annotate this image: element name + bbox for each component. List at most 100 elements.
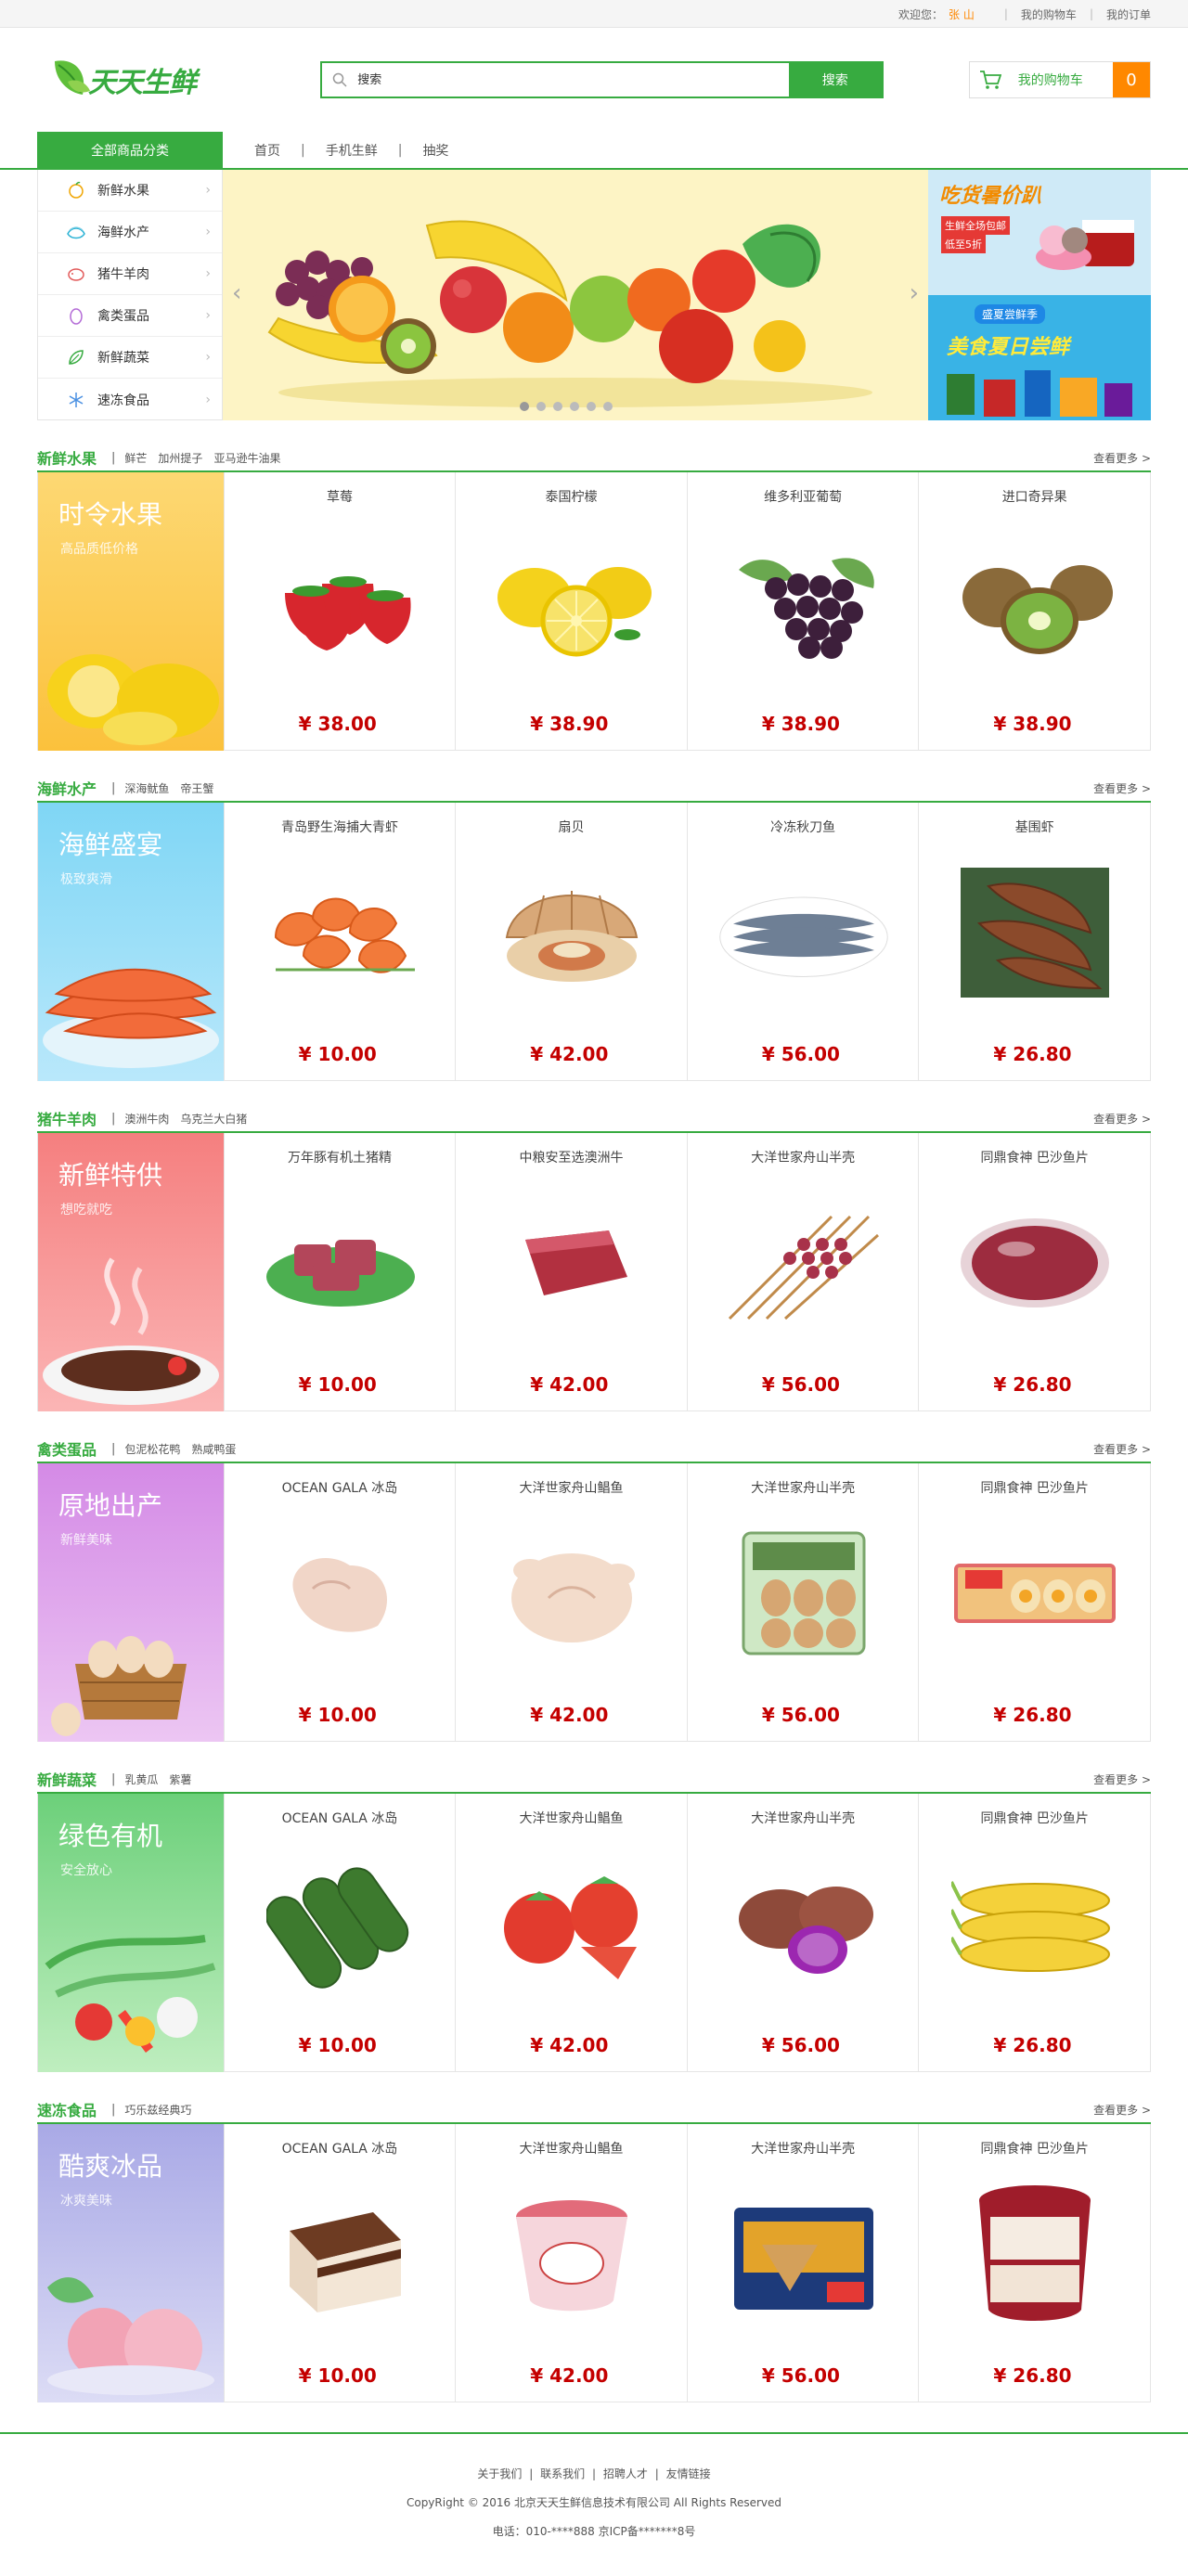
sidebar-item-vegetable[interactable]: 新鲜蔬菜 › [38, 337, 222, 379]
product-name[interactable]: 大洋世家舟山鲳鱼 [456, 1478, 687, 1497]
product-image[interactable] [947, 1179, 1123, 1346]
floor-sub-link[interactable]: 鲜芒 [124, 450, 147, 466]
product-card[interactable]: 同鼎食神 巴沙鱼片 ¥ 26.80 [918, 1463, 1150, 1741]
product-image[interactable] [716, 1510, 892, 1677]
product-image[interactable] [484, 849, 660, 1016]
my-cart-link[interactable]: 我的购物车 [1021, 6, 1077, 22]
product-name[interactable]: 维多利亚葡萄 [688, 487, 919, 506]
product-name[interactable]: 万年豚有机土猪精 [225, 1148, 456, 1166]
sidebar-item-seafood[interactable]: 海鲜水产 › [38, 212, 222, 253]
floor-sub-link[interactable]: 包泥松花鸭 [124, 1441, 180, 1457]
product-image[interactable] [484, 2170, 660, 2338]
product-image[interactable] [716, 1179, 892, 1346]
product-card[interactable]: OCEAN GALA 冰岛 ¥ 10.00 [223, 1794, 456, 2071]
product-image[interactable] [716, 2170, 892, 2338]
product-name[interactable]: 大洋世家舟山鲳鱼 [456, 2139, 687, 2157]
product-image[interactable] [716, 1840, 892, 2007]
carousel-dot[interactable] [553, 402, 562, 411]
username-link[interactable]: 张 山 [949, 6, 975, 22]
carousel-dot[interactable] [520, 402, 529, 411]
floor-banner[interactable]: 海鲜盛宴 极致爽滑 [38, 803, 224, 1081]
product-image[interactable] [947, 519, 1123, 686]
product-image[interactable] [947, 1840, 1123, 2007]
product-name[interactable]: OCEAN GALA 冰岛 [225, 2139, 456, 2157]
floor-sub-link[interactable]: 澳洲牛肉 [124, 1111, 169, 1127]
product-image[interactable] [484, 1840, 660, 2007]
logo[interactable]: 天天生鲜 [37, 52, 283, 108]
carousel[interactable]: ‹ › [223, 170, 928, 420]
floor-banner[interactable]: 新鲜特供 想吃就吃 [38, 1133, 224, 1411]
floor-title[interactable]: 禽类蛋品 [37, 1437, 97, 1460]
product-card[interactable]: 大洋世家舟山鲳鱼 ¥ 42.00 [455, 1463, 687, 1741]
floor-sub-link[interactable]: 加州提子 [158, 450, 202, 466]
product-name[interactable]: 同鼎食神 巴沙鱼片 [919, 1809, 1150, 1827]
view-more-link[interactable]: 查看更多 > [1093, 780, 1151, 796]
carousel-next-button[interactable]: › [910, 279, 919, 307]
product-name[interactable]: 基围虾 [919, 818, 1150, 836]
product-card[interactable]: 草莓 ¥ 38.00 [223, 472, 456, 750]
floor-sub-link[interactable]: 深海鱿鱼 [124, 780, 169, 796]
search-button[interactable]: 搜索 [788, 63, 882, 97]
carousel-dot[interactable] [536, 402, 546, 411]
product-image[interactable] [716, 519, 892, 686]
product-image[interactable] [252, 1840, 429, 2007]
product-card[interactable]: 冷冻秋刀鱼 ¥ 56.00 [686, 803, 919, 1080]
cart-button[interactable]: 我的购物车 0 [968, 61, 1151, 98]
product-image[interactable] [484, 1510, 660, 1677]
product-name[interactable]: 进口奇异果 [919, 487, 1150, 506]
product-name[interactable]: 大洋世家舟山半壳 [688, 2139, 919, 2157]
nav-link-mobile[interactable]: 手机生鲜 [326, 141, 378, 160]
floor-sub-link[interactable]: 紫薯 [169, 1771, 191, 1787]
floor-banner[interactable]: 绿色有机 安全放心 [38, 1794, 224, 2072]
product-name[interactable]: 冷冻秋刀鱼 [688, 818, 919, 836]
product-name[interactable]: 草莓 [225, 487, 456, 506]
view-more-link[interactable]: 查看更多 > [1093, 2102, 1151, 2118]
product-card[interactable]: 同鼎食神 巴沙鱼片 ¥ 26.80 [918, 1794, 1150, 2071]
product-card[interactable]: 大洋世家舟山半壳 ¥ 56.00 [686, 2124, 919, 2402]
product-name[interactable]: 大洋世家舟山鲳鱼 [456, 1809, 687, 1827]
product-name[interactable]: 扇贝 [456, 818, 687, 836]
product-name[interactable]: 大洋世家舟山半壳 [688, 1478, 919, 1497]
floor-sub-link[interactable]: 乳黄瓜 [124, 1771, 158, 1787]
floor-sub-link[interactable]: 乌克兰大白猪 [180, 1111, 247, 1127]
product-name[interactable]: OCEAN GALA 冰岛 [225, 1478, 456, 1497]
product-image[interactable] [252, 1510, 429, 1677]
product-name[interactable]: 同鼎食神 巴沙鱼片 [919, 1148, 1150, 1166]
product-card[interactable]: 同鼎食神 巴沙鱼片 ¥ 26.80 [918, 1133, 1150, 1410]
product-card[interactable]: 大洋世家舟山鲳鱼 ¥ 42.00 [455, 1794, 687, 2071]
product-name[interactable]: 大洋世家舟山半壳 [688, 1148, 919, 1166]
all-categories-button[interactable]: 全部商品分类 [37, 132, 223, 168]
product-name[interactable]: 同鼎食神 巴沙鱼片 [919, 1478, 1150, 1497]
product-image[interactable] [947, 1510, 1123, 1677]
carousel-prev-button[interactable]: ‹ [232, 279, 241, 307]
product-card[interactable]: 万年豚有机土猪精 ¥ 10.00 [223, 1133, 456, 1410]
view-more-link[interactable]: 查看更多 > [1093, 1771, 1151, 1787]
product-image[interactable] [252, 849, 429, 1016]
product-name[interactable]: 青岛野生海捕大青虾 [225, 818, 456, 836]
product-image[interactable] [947, 2170, 1123, 2338]
carousel-dot[interactable] [570, 402, 579, 411]
product-name[interactable]: 同鼎食神 巴沙鱼片 [919, 2139, 1150, 2157]
carousel-dot[interactable] [587, 402, 596, 411]
promo-ad-seasonal[interactable]: 盛夏尝鲜季 美食夏日尝鲜 [928, 295, 1151, 420]
product-card[interactable]: OCEAN GALA 冰岛 ¥ 10.00 [223, 2124, 456, 2402]
search-input[interactable] [357, 63, 789, 97]
nav-link-lottery[interactable]: 抽奖 [422, 141, 448, 160]
product-image[interactable] [252, 519, 429, 686]
product-image[interactable] [252, 1179, 429, 1346]
sidebar-item-fruit[interactable]: 新鲜水果 › [38, 170, 222, 212]
product-card[interactable]: 中粮安至选澳洲牛 ¥ 42.00 [455, 1133, 687, 1410]
floor-banner[interactable]: 酷爽冰品 冰爽美味 [38, 2124, 224, 2402]
product-name[interactable]: 中粮安至选澳洲牛 [456, 1148, 687, 1166]
product-name[interactable]: 大洋世家舟山半壳 [688, 1809, 919, 1827]
floor-title[interactable]: 猪牛羊肉 [37, 1107, 97, 1129]
floor-title[interactable]: 新鲜蔬菜 [37, 1768, 97, 1790]
floor-title[interactable]: 新鲜水果 [37, 446, 97, 469]
product-card[interactable]: OCEAN GALA 冰岛 ¥ 10.00 [223, 1463, 456, 1741]
footer-link-about[interactable]: 关于我们 [477, 2467, 522, 2480]
floor-banner[interactable]: 时令水果 高品质低价格 [38, 472, 224, 751]
product-image[interactable] [947, 849, 1123, 1016]
footer-link-contact[interactable]: 联系我们 [540, 2467, 585, 2480]
sidebar-item-meat[interactable]: 猪牛羊肉 › [38, 253, 222, 295]
product-card[interactable]: 扇贝 ¥ 42.00 [455, 803, 687, 1080]
